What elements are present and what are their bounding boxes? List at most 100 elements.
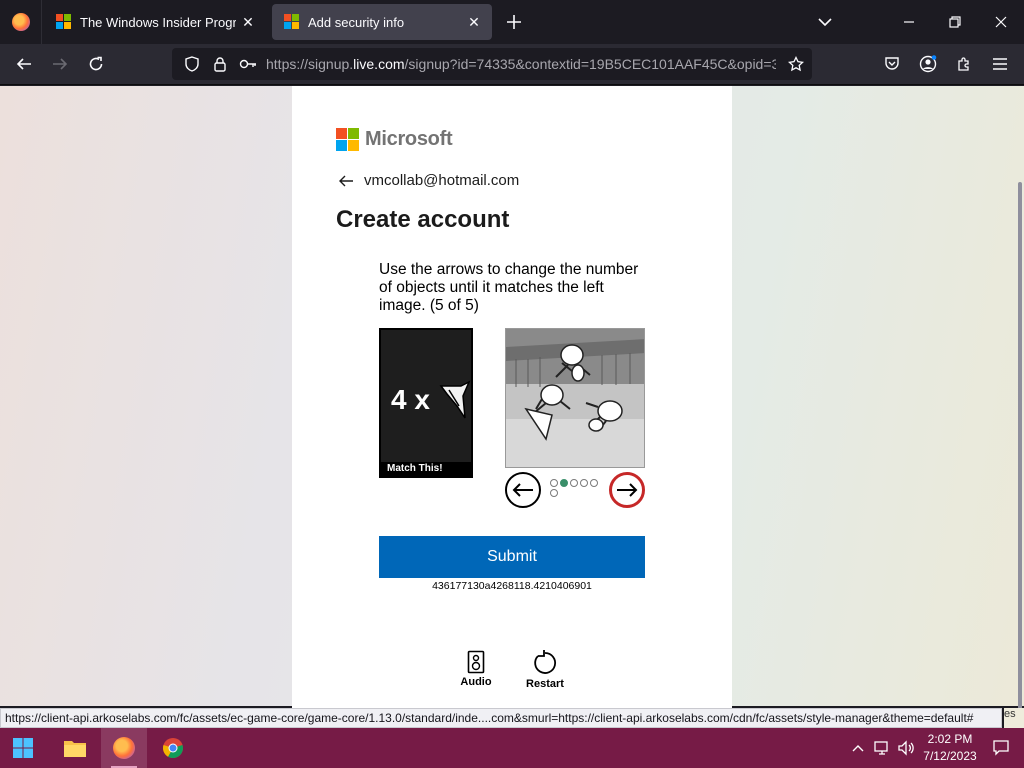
scene-illustration — [506, 329, 644, 467]
restart-icon — [534, 650, 557, 674]
status-tail-text: es — [1004, 708, 1024, 728]
puzzle-icon — [958, 57, 969, 71]
clock-time: 2:02 PM — [927, 732, 973, 746]
match-this-label: Match This! — [381, 462, 471, 476]
chevron-up-icon — [852, 745, 864, 752]
signup-card: Microsoft vmcollab@hotmail.com Create ac… — [292, 86, 732, 710]
microsoft-favicon-icon — [284, 14, 300, 30]
progress-dot — [580, 479, 588, 487]
show-hidden-icons-button[interactable] — [848, 728, 868, 768]
restore-button[interactable] — [932, 0, 978, 44]
status-link-url: https://client-api.arkoselabs.com/fc/ass… — [0, 708, 1002, 728]
plus-icon — [507, 15, 521, 29]
start-button[interactable] — [0, 728, 46, 768]
tab-title: Add security info — [308, 14, 405, 30]
target-count: 4 x — [391, 384, 430, 415]
microsoft-wordmark: Microsoft — [365, 128, 453, 150]
list-all-tabs-button[interactable] — [802, 0, 848, 44]
next-arrow-button[interactable] — [609, 472, 645, 508]
windows-taskbar: 2:02 PM 7/12/2023 — [0, 728, 1024, 768]
audio-challenge-button[interactable]: Audio — [451, 650, 501, 688]
forward-arrow-icon — [53, 58, 68, 70]
left-arrow-icon — [512, 483, 533, 497]
app-menu-button[interactable] — [984, 48, 1016, 80]
firefox-icon — [113, 737, 135, 759]
notification-icon — [993, 740, 1009, 756]
microsoft-logo: Microsoft — [336, 128, 453, 151]
chrome-taskbar-button[interactable] — [150, 728, 196, 768]
taskbar-clock[interactable]: 2:02 PM 7/12/2023 — [918, 731, 982, 765]
notifications-button[interactable] — [990, 728, 1012, 768]
scrollbar-thumb[interactable] — [1018, 182, 1022, 762]
firefox-view-button[interactable] — [0, 0, 42, 44]
microsoft-favicon-icon — [56, 14, 72, 30]
back-arrow-icon[interactable] — [338, 173, 354, 189]
extensions-button[interactable] — [948, 48, 980, 80]
identity-banner[interactable]: vmcollab@hotmail.com — [338, 172, 519, 189]
tab-title: The Windows Insider Program — [80, 14, 236, 30]
account-icon — [919, 55, 937, 73]
clock-date: 7/12/2023 — [923, 749, 977, 763]
speaker-volume-icon — [898, 740, 914, 756]
folder-icon — [64, 741, 86, 757]
account-email: vmcollab@hotmail.com — [364, 172, 520, 189]
tab-add-security-info[interactable]: Add security info ✕ — [272, 4, 492, 40]
speaker-icon — [467, 650, 485, 674]
target-image: 4 x Match This! — [379, 328, 473, 478]
close-icon — [995, 16, 1007, 28]
reload-button[interactable] — [80, 48, 112, 80]
microsoft-logo-icon — [336, 128, 359, 151]
forward-button[interactable] — [44, 48, 76, 80]
back-button[interactable] — [8, 48, 40, 80]
url-text[interactable]: https://signup.live.com/signup?id=74335&… — [266, 56, 776, 72]
page-scrollbar[interactable] — [1016, 86, 1024, 762]
firefox-icon — [11, 13, 30, 31]
account-button[interactable] — [912, 48, 944, 80]
key-icon[interactable] — [236, 52, 260, 76]
progress-dot — [570, 479, 578, 487]
lock-icon[interactable] — [208, 52, 232, 76]
hamburger-menu-icon — [993, 58, 1007, 70]
address-bar[interactable]: https://signup.live.com/signup?id=74335&… — [172, 48, 812, 80]
new-tab-button[interactable] — [502, 10, 526, 34]
right-arrow-icon — [617, 483, 638, 497]
close-tab-icon[interactable]: ✕ — [462, 10, 486, 34]
bookmark-star-icon[interactable] — [784, 52, 808, 76]
audio-label: Audio — [460, 676, 492, 688]
firefox-taskbar-button[interactable] — [101, 728, 147, 768]
previous-arrow-button[interactable] — [505, 472, 541, 508]
minimize-button[interactable] — [886, 0, 932, 44]
windows-logo-icon — [13, 738, 33, 758]
progress-dot — [590, 479, 598, 487]
navigation-toolbar: https://signup.live.com/signup?id=74335&… — [0, 44, 1024, 85]
tab-windows-insider[interactable]: The Windows Insider Program ✕ — [44, 4, 266, 40]
pocket-button[interactable] — [876, 48, 908, 80]
pocket-icon — [885, 57, 899, 70]
restore-icon — [949, 16, 961, 28]
chrome-icon — [163, 738, 183, 759]
close-window-button[interactable] — [978, 0, 1024, 44]
progress-dot — [560, 479, 568, 487]
restart-label: Restart — [526, 678, 564, 690]
back-arrow-icon — [16, 58, 31, 70]
tab-strip: The Windows Insider Program ✕ Add securi… — [0, 0, 1024, 44]
submit-button[interactable]: Submit — [379, 536, 645, 578]
chevron-down-icon — [818, 18, 832, 27]
progress-dots — [550, 479, 602, 497]
target-object-icon — [439, 380, 471, 419]
reload-icon — [89, 56, 103, 71]
close-tab-icon[interactable]: ✕ — [236, 10, 260, 34]
progress-dot — [550, 479, 558, 487]
challenge-instructions: Use the arrows to change the number of o… — [379, 261, 639, 314]
progress-dot — [550, 489, 558, 497]
minimize-icon — [904, 21, 914, 23]
restart-challenge-button[interactable]: Restart — [520, 650, 570, 690]
tracking-protection-shield-icon[interactable] — [180, 52, 204, 76]
network-icon — [874, 741, 888, 755]
network-button[interactable] — [872, 728, 892, 768]
session-id: 436177130a4268118.4210406901 — [432, 580, 592, 592]
challenge-scene-image — [505, 328, 645, 468]
file-explorer-button[interactable] — [52, 728, 98, 768]
page-title: Create account — [336, 206, 510, 233]
volume-button[interactable] — [896, 728, 916, 768]
